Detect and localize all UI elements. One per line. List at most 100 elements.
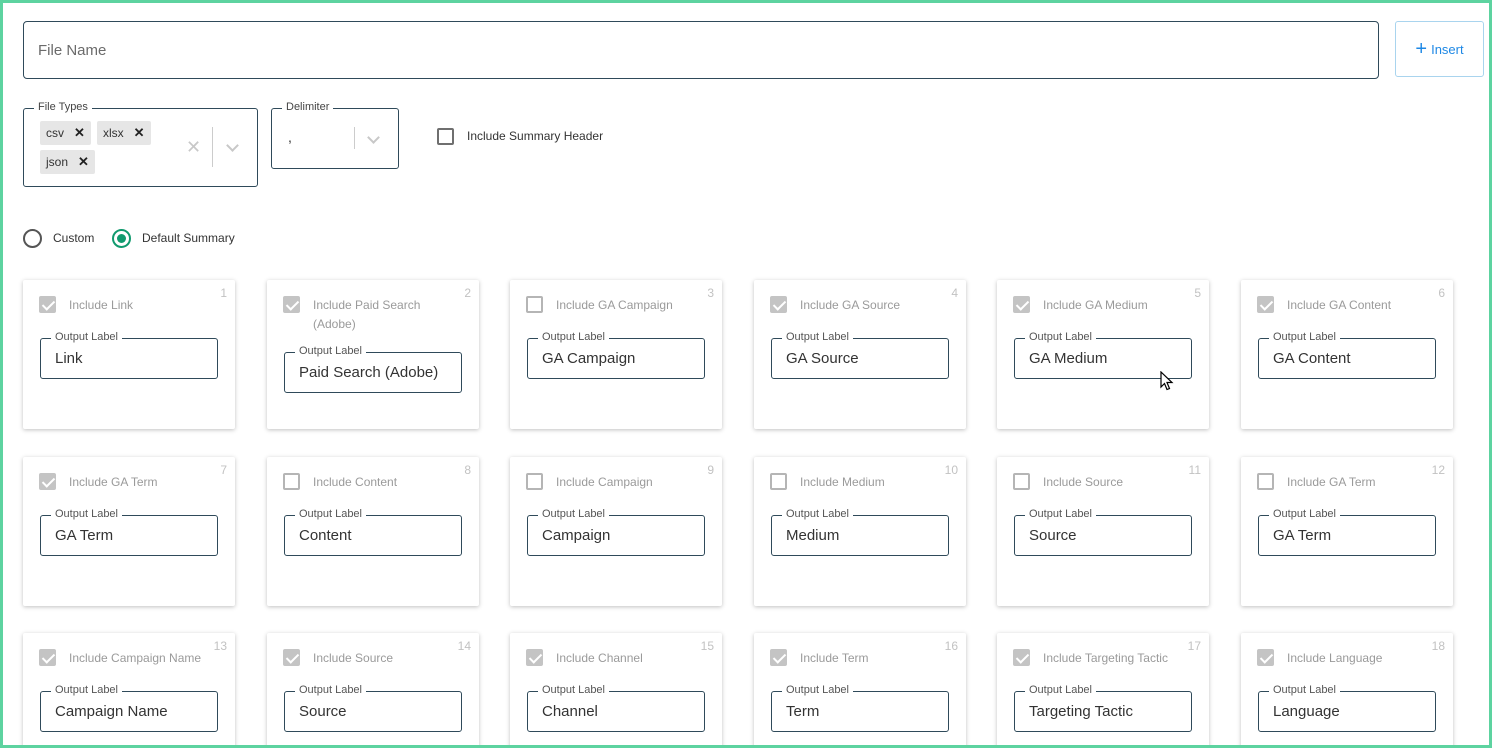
card-number: 17	[1187, 639, 1201, 653]
output-label-field[interactable]: Output Label GA Term	[40, 508, 218, 556]
insert-button[interactable]: + Insert	[1395, 21, 1484, 77]
radio-default-summary[interactable]	[112, 229, 131, 248]
output-label-field[interactable]: Output Label Content	[284, 508, 462, 556]
include-label: Include Campaign Name	[69, 651, 202, 665]
file-types-select[interactable]: File Types csv ✕ xlsx ✕ json ✕ ✕	[23, 101, 258, 187]
include-checkbox[interactable]	[39, 296, 56, 313]
output-label-value: Medium	[786, 527, 840, 544]
include-checkbox[interactable]	[1013, 649, 1030, 666]
output-label-legend: Output Label	[51, 508, 122, 520]
card-number: 15	[700, 639, 714, 653]
include-checkbox[interactable]	[1257, 649, 1274, 666]
delimiter-legend: Delimiter	[282, 101, 334, 113]
output-label-value: GA Term	[55, 527, 114, 544]
include-checkbox[interactable]	[770, 649, 787, 666]
window-frame: + Insert File Types csv ✕ xlsx ✕ json ✕ …	[0, 0, 1492, 748]
include-label: Include Source	[1043, 475, 1124, 489]
include-label: Include Medium	[800, 475, 885, 489]
output-label-value: Targeting Tactic	[1029, 703, 1133, 720]
field-card: Include Medium 10 Output Label Medium	[754, 457, 966, 606]
output-label-field[interactable]: Output Label Campaign	[527, 508, 705, 556]
include-checkbox[interactable]	[1257, 473, 1274, 490]
insert-button-label: Insert	[1431, 41, 1464, 57]
include-checkbox[interactable]	[770, 296, 787, 313]
radio-default-summary-label: Default Summary	[142, 231, 235, 245]
output-label-legend: Output Label	[1025, 684, 1096, 696]
output-label-legend: Output Label	[1269, 684, 1340, 696]
include-checkbox[interactable]	[283, 649, 300, 666]
field-card: Include Channel 15 Output Label Channel	[510, 633, 722, 745]
field-card: Include GA Content 6 Output Label GA Conten…	[1241, 280, 1453, 429]
card-number: 14	[457, 639, 471, 653]
field-card: Include GA Medium 5 Output Label GA Medium	[997, 280, 1209, 429]
delimiter-select[interactable]: Delimiter ,	[271, 101, 399, 169]
include-checkbox[interactable]	[1013, 473, 1030, 490]
output-label-field[interactable]: Output Label Language	[1258, 684, 1436, 732]
delimiter-value: ,	[288, 129, 292, 145]
include-summary-header-checkbox[interactable]	[437, 128, 454, 145]
include-checkbox[interactable]	[283, 296, 300, 313]
chevron-down-icon[interactable]	[367, 131, 380, 144]
include-checkbox[interactable]	[770, 473, 787, 490]
output-label-field[interactable]: Output Label Channel	[527, 684, 705, 732]
output-label-field[interactable]: Output Label Source	[284, 684, 462, 732]
chip-label: json	[46, 155, 69, 169]
output-label-field[interactable]: Output Label Campaign Name	[40, 684, 218, 732]
field-card: Include Content 8 Output Label Content	[267, 457, 479, 606]
output-label-value: Source	[299, 703, 347, 720]
card-number: 7	[220, 463, 227, 477]
output-label-field[interactable]: Output Label GA Campaign	[527, 331, 705, 379]
output-label-field[interactable]: Output Label Term	[771, 684, 949, 732]
output-label-legend: Output Label	[782, 684, 853, 696]
card-number: 2	[464, 286, 471, 300]
field-card: Include Paid Search (Adobe) 2 Output Label…	[267, 280, 479, 429]
output-label-field[interactable]: Output Label Paid Search (Adobe)	[284, 345, 462, 393]
output-label-field[interactable]: Output Label Targeting Tactic	[1014, 684, 1192, 732]
output-label-field[interactable]: Output Label Link	[40, 331, 218, 379]
include-label: Include Source	[313, 651, 394, 665]
output-label-field[interactable]: Output Label Source	[1014, 508, 1192, 556]
chip-remove-icon[interactable]: ✕	[78, 154, 89, 170]
card-number: 5	[1194, 286, 1201, 300]
field-card: Include GA Term 12 Output Label GA Term	[1241, 457, 1453, 606]
output-label-legend: Output Label	[51, 331, 122, 343]
output-label-legend: Output Label	[51, 684, 122, 696]
include-checkbox[interactable]	[39, 649, 56, 666]
include-checkbox[interactable]	[1257, 296, 1274, 313]
output-label-legend: Output Label	[295, 684, 366, 696]
output-label-field[interactable]: Output Label GA Content	[1258, 331, 1436, 379]
output-label-field[interactable]: Output Label GA Source	[771, 331, 949, 379]
include-checkbox[interactable]	[526, 296, 543, 313]
field-card: Include GA Campaign 3 Output Label GA Campa…	[510, 280, 722, 429]
include-label: Include Channel	[556, 651, 643, 665]
output-label-field[interactable]: Output Label Medium	[771, 508, 949, 556]
chip-csv: csv ✕	[40, 121, 91, 145]
include-checkbox[interactable]	[39, 473, 56, 490]
file-name-input[interactable]	[24, 22, 1378, 78]
field-card: Include Link 1 Output Label Link	[23, 280, 235, 429]
field-card: Include Term 16 Output Label Term	[754, 633, 966, 745]
output-label-value: GA Campaign	[542, 350, 636, 367]
chevron-down-icon[interactable]	[226, 139, 239, 152]
include-label: Include GA Campaign	[556, 298, 673, 312]
file-name-field[interactable]	[23, 21, 1379, 79]
include-checkbox[interactable]	[1013, 296, 1030, 313]
include-label: Include GA Source	[800, 298, 901, 312]
include-label: Include GA Term	[1287, 475, 1376, 489]
clear-all-icon[interactable]: ✕	[186, 137, 201, 158]
output-label-legend: Output Label	[295, 508, 366, 520]
include-checkbox[interactable]	[283, 473, 300, 490]
output-label-field[interactable]: Output Label GA Term	[1258, 508, 1436, 556]
output-label-value: Link	[55, 350, 83, 367]
output-label-value: Campaign Name	[55, 703, 168, 720]
include-label: Include Content	[313, 475, 398, 489]
output-label-value: Channel	[542, 703, 598, 720]
file-types-legend: File Types	[34, 101, 92, 113]
include-checkbox[interactable]	[526, 649, 543, 666]
chip-remove-icon[interactable]: ✕	[134, 125, 145, 141]
chip-remove-icon[interactable]: ✕	[74, 125, 85, 141]
field-card: Include Source 11 Output Label Source	[997, 457, 1209, 606]
include-checkbox[interactable]	[526, 473, 543, 490]
output-label-value: Source	[1029, 527, 1077, 544]
radio-custom[interactable]	[23, 229, 42, 248]
